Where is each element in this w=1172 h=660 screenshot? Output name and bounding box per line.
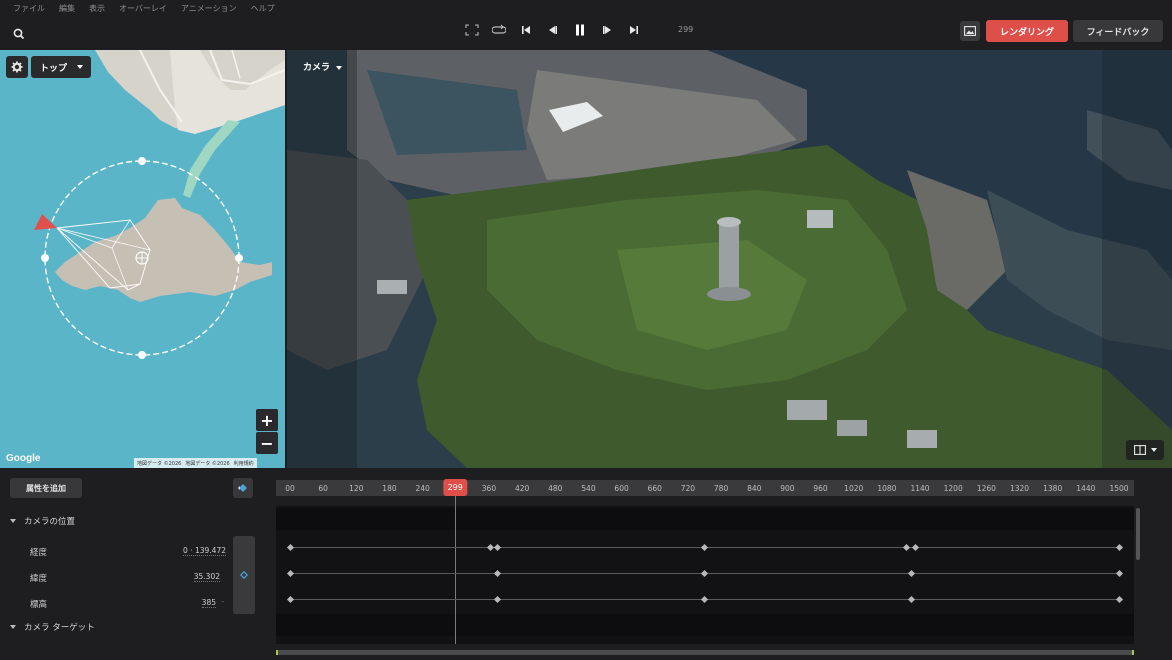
ruler-tick-label: 1140 — [910, 484, 930, 493]
ruler-tick-label: 1020 — [844, 484, 864, 493]
menu-animation[interactable]: アニメーション — [174, 3, 244, 15]
step-back-icon[interactable] — [539, 20, 566, 40]
ruler-tick-label: 720 — [680, 484, 696, 493]
ruler-tick-label: 180 — [382, 484, 397, 493]
ruler-tick-label: 480 — [548, 484, 563, 493]
aerial-scene — [287, 50, 1172, 468]
keyframe-icon — [238, 484, 247, 492]
ruler-tick-label: 420 — [514, 484, 530, 493]
loop-icon[interactable] — [485, 20, 512, 40]
value-dash: - — [221, 598, 224, 606]
value-prefix: 0 · — [183, 546, 193, 555]
property-name: 緯度 — [30, 574, 48, 584]
group-label: カメラ ターゲット — [24, 623, 95, 633]
ruler-tick-label: 60 — [318, 484, 328, 493]
ruler-tick-label: 1320 — [1009, 484, 1030, 493]
zoom-out-button[interactable]: − — [256, 432, 278, 454]
feedback-button[interactable]: フィードバック — [1073, 20, 1163, 42]
menu-help[interactable]: ヘルプ — [244, 3, 282, 15]
map-view-label: トップ — [40, 63, 68, 74]
chevron-down-icon — [1150, 448, 1157, 452]
diamond-icon — [240, 571, 248, 579]
step-forward-icon[interactable] — [593, 20, 620, 40]
camera-dropdown[interactable]: カメラ — [303, 60, 343, 73]
map-settings-button[interactable] — [6, 56, 28, 78]
ruler-tick-label: 360 — [481, 484, 497, 493]
ruler-tick-label: 1440 — [1076, 484, 1096, 493]
ruler-tick-label: 960 — [813, 484, 828, 493]
map-canvas[interactable] — [0, 50, 285, 468]
camera-viewport[interactable] — [287, 50, 1172, 468]
vertical-scrollbar[interactable] — [1136, 508, 1140, 560]
timeline-panel: 属性を追加 カメラの位置 経度 0 · 139.472 緯度 35.302 標高… — [0, 470, 1172, 660]
menu-overlay[interactable]: オーバーレイ — [112, 3, 174, 15]
ruler-tick-label: 540 — [581, 484, 596, 493]
timeline-ruler[interactable] — [276, 480, 1134, 496]
property-value-field[interactable]: 0 · 139.472 — [183, 546, 226, 556]
group-camera-position[interactable]: カメラの位置 — [0, 510, 276, 532]
image-export-button[interactable] — [960, 21, 980, 41]
ruler-tick-label: 1080 — [877, 484, 897, 493]
menu-view[interactable]: 表示 — [82, 3, 112, 15]
chevron-down-icon — [336, 65, 343, 70]
fullscreen-icon[interactable] — [458, 20, 485, 40]
current-frame-readout: 299 — [678, 25, 694, 34]
chevron-down-icon — [77, 65, 83, 69]
google-logo: Google — [6, 453, 41, 464]
skip-to-start-icon[interactable] — [512, 20, 539, 40]
ruler-tick-label: 780 — [713, 484, 729, 493]
skip-to-end-icon[interactable] — [620, 20, 647, 40]
ruler-tick-label: 1380 — [1043, 484, 1063, 493]
group-camera-target[interactable]: カメラ ターゲット — [0, 616, 276, 638]
map-view-dropdown[interactable]: トップ — [31, 56, 91, 78]
map-attribution: 地図データ ©2026 地図データ ©2026 利用規約 — [134, 458, 257, 468]
group-track-band — [276, 614, 1134, 636]
gear-icon — [11, 61, 23, 73]
chevron-down-icon — [10, 519, 16, 523]
ruler-tick-label: 660 — [647, 484, 662, 493]
image-icon — [964, 26, 976, 36]
top-bar: ファイル 編集 表示 オーバーレイ アニメーション ヘルプ 299 レンダリング… — [0, 0, 1172, 48]
property-value-field[interactable]: 35.302 — [193, 572, 220, 582]
ruler-tick-label: 240 — [415, 484, 430, 493]
scrollbar-thumb[interactable] — [276, 650, 1134, 655]
ruler-tick-label: 1260 — [976, 484, 996, 493]
transport-controls — [458, 20, 647, 40]
map-data-credit[interactable]: 地図データ ©2026 — [137, 460, 181, 467]
ruler-tick-label: 840 — [747, 484, 762, 493]
property-value-field[interactable]: 385 — [201, 598, 216, 608]
playhead-line — [455, 496, 457, 644]
render-button[interactable]: レンダリング — [986, 20, 1068, 42]
add-attribute-button[interactable]: 属性を追加 — [10, 478, 82, 498]
pause-icon[interactable] — [566, 20, 593, 40]
ruler-tick-label: 00 — [285, 484, 295, 493]
property-name: 標高 — [30, 600, 48, 610]
menu-file[interactable]: ファイル — [6, 3, 52, 15]
group-label: カメラの位置 — [24, 517, 76, 527]
ruler-tick-label: 1200 — [943, 484, 963, 493]
value-number: 139.472 — [194, 546, 226, 555]
map-panel[interactable]: トップ + − Google 地図データ ©2026 地図データ ©2026 利… — [0, 50, 285, 468]
menu-bar: ファイル 編集 表示 オーバーレイ アニメーション ヘルプ — [6, 3, 282, 15]
ruler-tick-label: 600 — [614, 484, 629, 493]
terms-link[interactable]: 利用規約 — [234, 460, 254, 467]
horizontal-scrollbar[interactable] — [276, 650, 1134, 655]
map-data-credit-2[interactable]: 地図データ ©2026 — [185, 460, 229, 467]
split-view-button[interactable] — [1126, 440, 1164, 460]
property-name: 経度 — [30, 548, 48, 558]
camera-label: カメラ — [303, 63, 331, 73]
search-icon[interactable] — [12, 26, 26, 40]
split-view-icon — [1133, 445, 1146, 455]
keyframe-nav-button[interactable] — [233, 478, 253, 498]
add-keyframe-button[interactable] — [233, 536, 255, 614]
playhead-marker[interactable]: 299 — [443, 479, 467, 496]
ruler-tick-label: 900 — [780, 484, 795, 493]
ruler-tick-label: 1500 — [1109, 484, 1129, 493]
group-track-band — [276, 508, 1134, 530]
menu-edit[interactable]: 編集 — [52, 3, 82, 15]
zoom-in-button[interactable]: + — [256, 409, 278, 431]
chevron-down-icon — [10, 625, 16, 629]
ruler-tick-label: 120 — [349, 484, 364, 493]
